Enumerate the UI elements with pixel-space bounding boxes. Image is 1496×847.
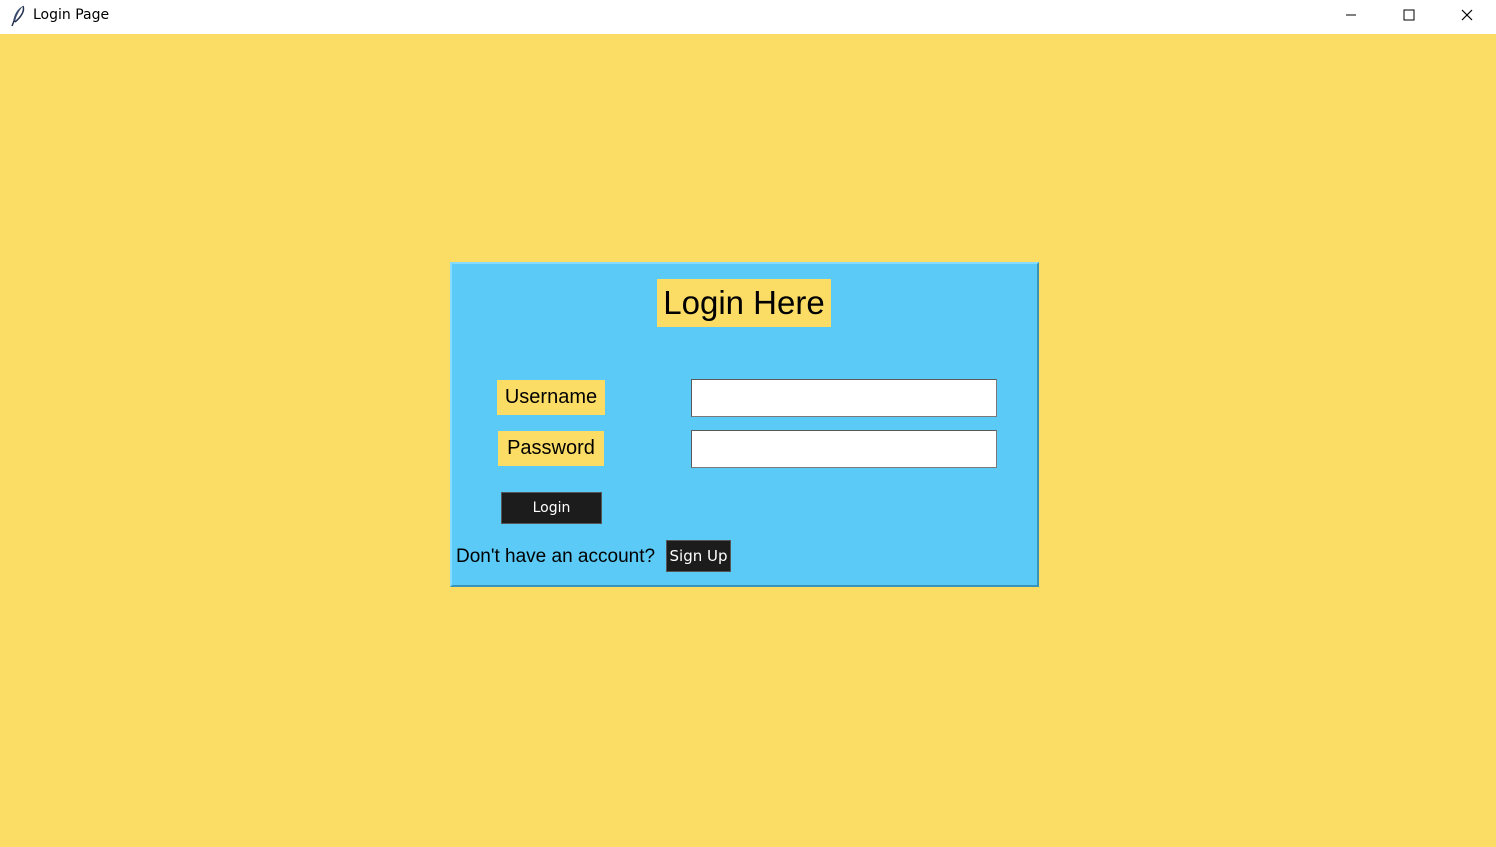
window-title: Login Page bbox=[33, 7, 110, 23]
feather-icon bbox=[9, 5, 27, 27]
signup-button[interactable]: Sign Up bbox=[666, 540, 731, 572]
username-input[interactable] bbox=[691, 379, 997, 417]
app-window: Login Page Login Here Username Password … bbox=[0, 0, 1496, 847]
page-title: Login Here bbox=[657, 279, 831, 327]
close-icon bbox=[1461, 8, 1473, 26]
maximize-icon bbox=[1403, 8, 1415, 26]
password-label: Password bbox=[498, 431, 604, 466]
minimize-icon bbox=[1345, 8, 1357, 26]
account-prompt: Don't have an account? bbox=[456, 546, 656, 567]
password-input[interactable] bbox=[691, 430, 997, 468]
login-button[interactable]: Login bbox=[501, 492, 602, 524]
login-panel: Login Here Username Password Login Don't… bbox=[450, 262, 1039, 587]
close-button[interactable] bbox=[1438, 0, 1496, 34]
username-label: Username bbox=[497, 380, 605, 415]
title-bar[interactable]: Login Page bbox=[0, 0, 1496, 34]
minimize-button[interactable] bbox=[1322, 0, 1380, 34]
maximize-button[interactable] bbox=[1380, 0, 1438, 34]
